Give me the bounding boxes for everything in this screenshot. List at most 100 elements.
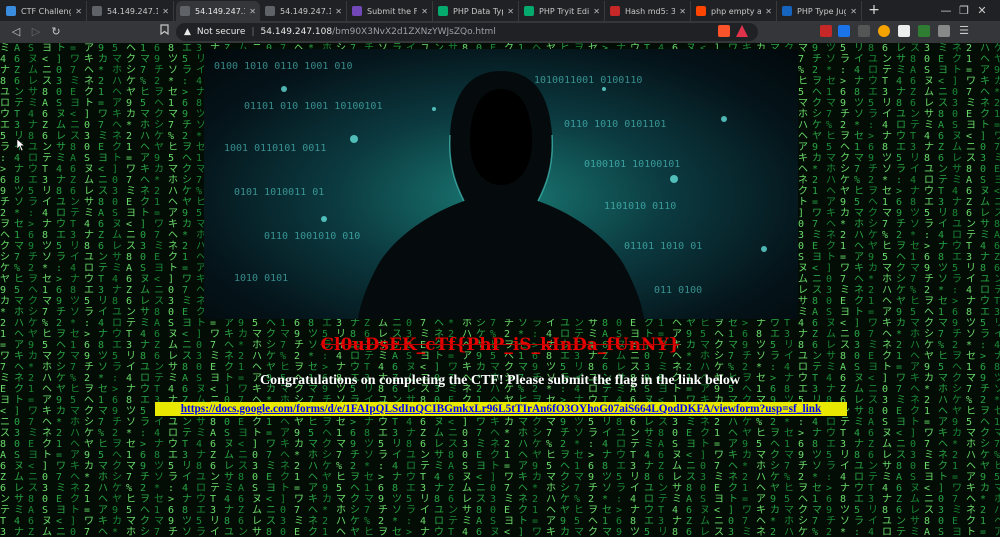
address-bar[interactable]: ▲ Not secure | 54.149.247.108/bm90X3NvX2… xyxy=(176,23,758,41)
close-tab-icon[interactable]: ✕ xyxy=(75,7,82,16)
vpn-extension-icon[interactable] xyxy=(918,25,930,37)
svg-text:1001 0110101 0011: 1001 0110101 0011 xyxy=(224,143,326,154)
svg-text:011 0100: 011 0100 xyxy=(654,285,702,296)
matrix-column: ヘ ク シ ケ ヤ 9 カ * 2 1 = ワ 7 ミ E ヨ < ニ ス 8 … xyxy=(126,43,136,537)
matrix-column: ア キ ヘ ネ ク ト ] 0 3 0 S ヌ ム レ サ ミ 4 ナ 8 ユ … xyxy=(84,43,94,537)
tab-title: Hash md5: 3f6 xyxy=(625,6,675,16)
close-tab-icon[interactable]: ✕ xyxy=(765,7,772,16)
matrix-column: 6 9 チ 2 ヲ ヘ ク シ ケ ヤ 9 カ * 2 1 = ワ 7 ミ E … xyxy=(154,43,164,537)
matrix-column: ト ] 0 3 0 S ヌ ム レ サ ミ 4 ナ 8 ユ ロ ウ エ 5 ラ … xyxy=(56,43,66,537)
flag-text: Cl0uDsEK_cTf{PhP_iS_kInDa_fUnNY} xyxy=(320,335,680,355)
hash-icon xyxy=(610,6,620,16)
svg-text:0100101 10100101: 0100101 10100101 xyxy=(584,159,680,170)
tab-title: php empty at xyxy=(711,6,762,16)
browser-tab[interactable]: 54.149.247.108 ✕ xyxy=(176,1,260,21)
tab-title: PHP Type Juggling xyxy=(797,6,846,16)
matrix-column: ネ ク ト ] 0 3 0 S ヌ ム レ サ ミ 4 ナ 8 ユ ロ ウ エ … xyxy=(952,43,962,537)
reddit-icon xyxy=(696,6,706,16)
notes-extension-icon[interactable] xyxy=(898,25,910,37)
matrix-column: ケ ヤ 9 カ * 2 1 = ワ 7 ミ E ヨ < ニ ス 8 A 6 Z … xyxy=(994,43,1000,537)
svg-text:01101 1010 01: 01101 1010 01 xyxy=(624,241,702,252)
congratulations-message: Congratulations on completing the CTF! P… xyxy=(260,373,740,388)
matrix-column: 2 1 = ワ 7 ミ E ヨ < ニ ス 8 A 6 Z 6 ン テ T 3 … xyxy=(966,43,976,537)
puzzle-extensions-icon[interactable] xyxy=(938,25,950,37)
brave-shield-icon[interactable] xyxy=(718,25,730,37)
tab-title: 54.149.247.108 xyxy=(280,6,331,16)
reload-button[interactable]: ↻ xyxy=(48,24,64,40)
svg-text:0110 1001010 010: 0110 1001010 010 xyxy=(264,231,360,242)
pdf-extension-icon[interactable] xyxy=(820,25,832,37)
matrix-column: 5 ラ : > 6 9 チ 2 ヲ ヘ ク シ ケ ヤ 9 カ * 2 1 = … xyxy=(840,43,850,537)
bookmark-icon[interactable] xyxy=(156,24,172,40)
svg-text:1010011001 0100110: 1010011001 0100110 xyxy=(534,75,642,86)
matrix-column: ツ ソ * セ 1 マ 7 % ヒ 5 マ ホ ハ ヘ ア キ ヘ ネ ク ト … xyxy=(826,43,836,537)
forward-button[interactable]: ▷ xyxy=(28,24,44,40)
matrix-column: リ イ 4 ナ 8 ツ ソ * セ 1 マ 7 % ヒ 5 マ ホ ハ ヘ ア … xyxy=(854,43,864,537)
browser-toolbar: ◁ ▷ ↻ ▲ Not secure | 54.149.247.108/bm90… xyxy=(0,21,1000,43)
matrix-column: = ワ 7 ミ E ヨ < ニ ス 8 A 6 Z 6 ン テ T 3 リ イ … xyxy=(70,43,80,537)
close-tab-icon[interactable]: ✕ xyxy=(850,7,857,16)
pentester-icon xyxy=(782,6,792,16)
close-tab-icon[interactable]: ✕ xyxy=(249,7,256,16)
svg-text:1101010 0110: 1101010 0110 xyxy=(604,201,676,212)
matrix-column: ミ 4 ナ 8 ユ ロ ウ エ 5 ラ : > 6 9 チ 2 ヲ ヘ ク シ … xyxy=(0,43,10,537)
close-tab-icon[interactable]: ✕ xyxy=(335,7,342,16)
tab-title: 54.149.247.108 xyxy=(195,6,245,16)
matrix-column: 9 チ 2 ヲ ヘ ク シ ケ ヤ 9 カ * 2 1 = ワ 7 ミ E ヨ … xyxy=(812,43,822,537)
w3schools-icon xyxy=(438,6,448,16)
browser-tab[interactable]: Submit the Flag ✕ xyxy=(348,1,433,21)
translate-extension-icon[interactable] xyxy=(838,25,850,37)
warning-icon: ▲ xyxy=(184,27,191,37)
close-tab-icon[interactable]: ✕ xyxy=(679,7,686,16)
globe-icon xyxy=(265,6,275,16)
tab-strip: CTF Challenge✕54.149.247.108✕54.149.247.… xyxy=(0,0,1000,21)
close-tab-icon[interactable]: ✕ xyxy=(162,7,169,16)
browser-tab[interactable]: php empty at ✕ xyxy=(692,1,777,21)
globe-icon xyxy=(180,6,190,16)
browser-tab[interactable]: 54.149.247.108 ✕ xyxy=(88,1,174,21)
extension-icon[interactable] xyxy=(858,25,870,37)
svg-text:0101 1010011 01: 0101 1010011 01 xyxy=(234,187,324,198)
close-window-button[interactable]: ✕ xyxy=(964,0,1000,21)
forms-icon xyxy=(352,6,362,16)
browser-tab[interactable]: PHP Tryit Editor✕ xyxy=(520,1,605,21)
matrix-column: マ 7 % ヒ 5 マ ホ ハ ヘ ア キ ヘ ネ ク ト ] 0 3 0 S … xyxy=(798,43,808,537)
mouse-cursor-icon xyxy=(17,139,25,151)
matrix-column: S ヌ ム レ サ ミ 4 ナ 8 ユ ロ ウ エ 5 ラ : > 6 9 チ … xyxy=(28,43,38,537)
matrix-column: エ 5 ラ : > 6 9 チ 2 ヲ ヘ ク シ ケ ヤ 9 カ * 2 1 … xyxy=(182,43,192,537)
submit-flag-link[interactable]: https://docs.google.com/forms/d/e/1FAIpQ… xyxy=(155,402,847,416)
back-button[interactable]: ◁ xyxy=(8,24,24,40)
ctf-icon xyxy=(6,6,16,16)
browser-tab[interactable]: PHP Type Juggling ✕ xyxy=(778,1,862,21)
new-tab-button[interactable]: + xyxy=(866,2,882,18)
matrix-column: 9 カ * 2 1 = ワ 7 ミ E ヨ < ニ ス 8 A 6 Z 6 ン … xyxy=(98,43,108,537)
browser-tab[interactable]: 54.149.247.108 ✕ xyxy=(261,1,347,21)
security-label: Not secure xyxy=(196,27,246,37)
cookie-extension-icon[interactable] xyxy=(878,25,890,37)
close-tab-icon[interactable]: ✕ xyxy=(507,7,514,16)
matrix-column: 5 マ ホ ハ ヘ ア キ ヘ ネ ク ト ] 0 3 0 S ヌ ム レ サ … xyxy=(112,43,122,537)
address-divider: | xyxy=(251,27,255,37)
tab-title: PHP Data Types xyxy=(453,6,503,16)
matrix-column: ヨ < ニ ス 8 A 6 Z 6 ン テ T 3 リ イ 4 ナ 8 ツ ソ … xyxy=(42,43,52,537)
menu-icon[interactable]: ☰ xyxy=(958,25,970,37)
browser-tab[interactable]: CTF Challenge ✕ xyxy=(2,1,87,21)
matrix-column: ス 8 A 6 Z 6 ン テ T 3 リ イ 4 ナ 8 ツ ソ * セ 1 … xyxy=(910,43,920,537)
close-tab-icon[interactable]: ✕ xyxy=(421,7,428,16)
browser-tab[interactable]: PHP Data Types ✕ xyxy=(434,1,519,21)
matrix-column: 3 0 S ヌ ム レ サ ミ 4 ナ 8 ユ ロ ウ エ 5 ラ : > 6 … xyxy=(924,43,934,537)
tab-title: CTF Challenge xyxy=(21,6,71,16)
close-tab-icon[interactable]: ✕ xyxy=(593,7,600,16)
matrix-column: ハ ヘ ア キ ヘ ネ ク ト ] 0 3 0 S ヌ ム レ サ ミ 4 ナ … xyxy=(980,43,990,537)
tab-title: 54.149.247.108 xyxy=(107,6,158,16)
matrix-column: ミ E ヨ < ニ ス 8 A 6 Z 6 ン テ T 3 リ イ 4 ナ 8 … xyxy=(938,43,948,537)
matrix-column: 6 ン テ T 3 リ イ 4 ナ 8 ツ ソ * セ 1 マ 7 % ヒ 5 … xyxy=(882,43,892,537)
tab-title: Submit the Flag xyxy=(367,6,417,16)
matrix-column: 1 マ 7 % ヒ 5 マ ホ ハ ヘ ア キ ヘ ネ ク ト ] 0 3 0 … xyxy=(140,43,150,537)
w3schools-icon xyxy=(524,6,534,16)
url-path: /bm90X3NvX2d1ZXNzYWJsZQo.html xyxy=(332,27,496,37)
matrix-column: 8 ユ ロ ウ エ 5 ラ : > 6 9 チ 2 ヲ ヘ ク シ ケ ヤ 9 … xyxy=(868,43,878,537)
svg-text:01101 010 1001 10100101: 01101 010 1001 10100101 xyxy=(244,101,382,112)
globe-icon xyxy=(92,6,102,16)
browser-tab[interactable]: Hash md5: 3f6 ✕ xyxy=(606,1,691,21)
